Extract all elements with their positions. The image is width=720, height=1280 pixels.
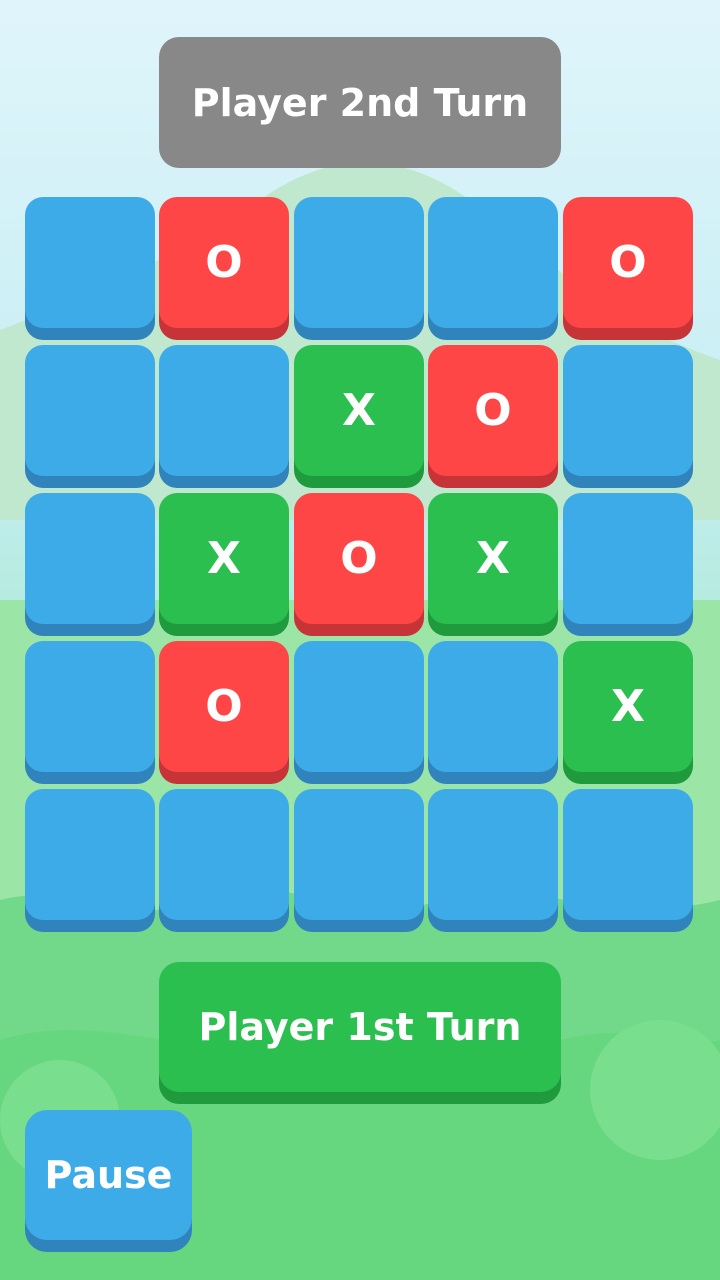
- board-cell-r3-c2[interactable]: X: [159, 493, 289, 624]
- board-cell-r2-c4[interactable]: O: [428, 345, 558, 476]
- board-cell-r1-c3[interactable]: [294, 197, 424, 328]
- x-mark: X: [476, 533, 510, 584]
- pause-button-label: Pause: [44, 1153, 173, 1197]
- board-cell-r2-c5[interactable]: [563, 345, 693, 476]
- board-cell-r5-c5[interactable]: [563, 789, 693, 920]
- o-mark: O: [474, 385, 512, 436]
- o-mark: O: [205, 237, 243, 288]
- board-cell-r4-c3[interactable]: [294, 641, 424, 772]
- board-cell-r1-c4[interactable]: [428, 197, 558, 328]
- board-cell-r1-c1[interactable]: [25, 197, 155, 328]
- board-cell-r5-c1[interactable]: [25, 789, 155, 920]
- board-cell-r2-c3[interactable]: X: [294, 345, 424, 476]
- board-cell-r5-c4[interactable]: [428, 789, 558, 920]
- board-cell-r2-c1[interactable]: [25, 345, 155, 476]
- board-cell-r3-c3[interactable]: O: [294, 493, 424, 624]
- o-mark: O: [340, 533, 378, 584]
- player-2-turn-label: Player 2nd Turn: [191, 80, 529, 125]
- board-cell-r5-c3[interactable]: [294, 789, 424, 920]
- board-cell-r4-c1[interactable]: [25, 641, 155, 772]
- x-mark: X: [207, 533, 241, 584]
- board-cell-r2-c2[interactable]: [159, 345, 289, 476]
- board-cell-r5-c2[interactable]: [159, 789, 289, 920]
- x-mark: X: [342, 385, 376, 436]
- board-cell-r1-c5[interactable]: O: [563, 197, 693, 328]
- o-mark: O: [609, 237, 647, 288]
- board-cell-r4-c4[interactable]: [428, 641, 558, 772]
- player-2-turn-indicator: Player 2nd Turn: [159, 37, 561, 168]
- player-1-turn-indicator: Player 1st Turn: [159, 962, 561, 1092]
- board-cell-r3-c5[interactable]: [563, 493, 693, 624]
- player-1-turn-label: Player 1st Turn: [198, 1005, 522, 1049]
- x-mark: X: [611, 681, 645, 732]
- board-cell-r4-c2[interactable]: O: [159, 641, 289, 772]
- o-mark: O: [205, 681, 243, 732]
- board-cell-r3-c4[interactable]: X: [428, 493, 558, 624]
- board-cell-r4-c5[interactable]: X: [563, 641, 693, 772]
- board-cell-r3-c1[interactable]: [25, 493, 155, 624]
- board-cell-r1-c2[interactable]: O: [159, 197, 289, 328]
- pause-button[interactable]: Pause: [25, 1110, 192, 1240]
